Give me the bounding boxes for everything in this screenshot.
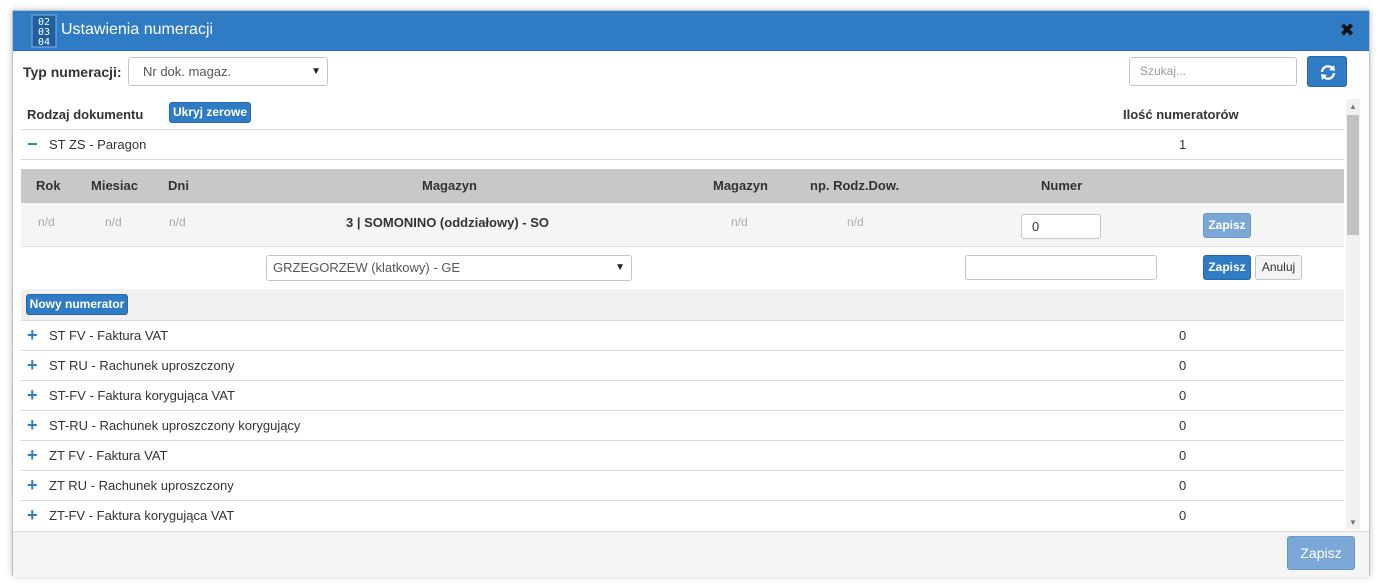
- document-name: ST-FV - Faktura korygująca VAT: [49, 388, 235, 403]
- numerator-row: n/d n/d n/d 3 | SOMONINO (oddziałowy) - …: [21, 203, 1344, 247]
- warehouse-value: 3 | SOMONINO (oddziałowy) - SO: [346, 215, 549, 230]
- document-row[interactable]: + ST FV - Faktura VAT 0: [21, 321, 1344, 351]
- document-row[interactable]: + ST-RU - Rachunek uproszczony korygując…: [21, 411, 1344, 441]
- document-name: ZT-FV - Faktura korygująca VAT: [49, 508, 235, 523]
- subcol-warehouse-2: Magazyn: [713, 178, 768, 193]
- subcol-number: Numer: [1041, 178, 1083, 193]
- numerator-count: 1: [1179, 137, 1187, 152]
- save-new-button[interactable]: Zapisz: [1203, 255, 1251, 280]
- warehouse-2-value: n/d: [731, 215, 748, 229]
- expand-icon[interactable]: +: [27, 385, 38, 405]
- documents-table: Rodzaj dokumentu Ukryj zerowe Ilość nume…: [21, 99, 1344, 529]
- new-numerator-bar: Nowy numerator: [21, 289, 1344, 321]
- subcol-month: Miesiac: [91, 178, 138, 193]
- numbering-type-value: Nr dok. magaz.: [143, 64, 232, 79]
- document-name: ZT FV - Faktura VAT: [49, 448, 168, 463]
- table-header: Rodzaj dokumentu Ukryj zerowe Ilość nume…: [21, 99, 1344, 130]
- svg-text:04: 04: [38, 37, 50, 48]
- expand-icon[interactable]: +: [27, 415, 38, 435]
- chevron-down-icon: ▼: [615, 262, 625, 273]
- warehouse-select-value: GRZEGORZEW (klatkowy) - GE: [273, 260, 461, 275]
- save-row-button[interactable]: Zapisz: [1203, 213, 1251, 238]
- column-numerator-count: Ilość numeratorów: [1123, 107, 1239, 122]
- new-number-input[interactable]: [965, 255, 1157, 280]
- document-name: ST-RU - Rachunek uproszczony korygujący: [49, 418, 301, 433]
- numbering-type-select[interactable]: Nr dok. magaz. ▼: [128, 57, 328, 86]
- document-row[interactable]: + ST-FV - Faktura korygująca VAT 0: [21, 381, 1344, 411]
- close-icon[interactable]: ✖: [1337, 20, 1357, 40]
- document-row[interactable]: + ZT RU - Rachunek uproszczony 0: [21, 471, 1344, 501]
- numerator-sub-header: Rok Miesiac Dni Magazyn Magazyn np. Rodz…: [21, 169, 1344, 203]
- expand-icon[interactable]: +: [27, 445, 38, 465]
- save-button[interactable]: Zapisz: [1287, 536, 1355, 570]
- numerator-count: 0: [1179, 388, 1187, 403]
- subcol-doc-type: np. Rodz.Dow.: [810, 178, 900, 193]
- dialog-footer: Zapisz: [13, 531, 1369, 577]
- column-document-type: Rodzaj dokumentu: [27, 107, 144, 122]
- cancel-button[interactable]: Anuluj: [1255, 255, 1302, 280]
- numerator-count: 0: [1179, 508, 1187, 523]
- numerator-count: 0: [1179, 328, 1187, 343]
- scrollbar-thumb[interactable]: [1347, 115, 1359, 235]
- subcol-warehouse: Magazyn: [422, 178, 477, 193]
- numbering-type-label: Typ numeracji:: [23, 64, 122, 80]
- document-name: ST ZS - Paragon: [49, 137, 147, 152]
- subcol-year: Rok: [36, 178, 61, 193]
- expand-icon[interactable]: +: [27, 505, 38, 525]
- warehouse-select[interactable]: GRZEGORZEW (klatkowy) - GE ▼: [266, 255, 632, 281]
- new-numerator-edit-row: GRZEGORZEW (klatkowy) - GE ▼ Zapisz Anul…: [21, 247, 1344, 289]
- document-row-expanded[interactable]: − ST ZS - Paragon 1: [21, 130, 1344, 160]
- hide-zero-button[interactable]: Ukryj zerowe: [169, 102, 251, 123]
- days-value: n/d: [169, 215, 186, 229]
- document-row[interactable]: + ST RU - Rachunek uproszczony 0: [21, 351, 1344, 381]
- scroll-up-icon[interactable]: ▲: [1349, 102, 1357, 111]
- scroll-down-icon[interactable]: ▼: [1349, 518, 1357, 527]
- chevron-down-icon: ▼: [311, 66, 321, 77]
- refresh-button[interactable]: [1307, 56, 1347, 87]
- collapse-icon[interactable]: −: [27, 134, 38, 154]
- numerator-count: 0: [1179, 478, 1187, 493]
- expand-icon[interactable]: +: [27, 355, 38, 375]
- numbering-settings-dialog: 02 03 04 Ustawienia numeracji ✖ Typ nume…: [12, 10, 1370, 577]
- document-name: ST FV - Faktura VAT: [49, 328, 169, 343]
- vertical-scrollbar[interactable]: ▲ ▼: [1346, 99, 1360, 529]
- numerator-count: 0: [1179, 448, 1187, 463]
- year-value: n/d: [38, 215, 55, 229]
- month-value: n/d: [105, 215, 122, 229]
- document-name: ZT RU - Rachunek uproszczony: [49, 478, 234, 493]
- document-row[interactable]: + ZT-FV - Faktura korygująca VAT 0: [21, 501, 1344, 529]
- numerator-count: 0: [1179, 358, 1187, 373]
- refresh-icon: [1320, 65, 1336, 80]
- doc-type-value: n/d: [847, 215, 864, 229]
- numerator-count: 0: [1179, 418, 1187, 433]
- title-bar: 02 03 04 Ustawienia numeracji ✖: [13, 11, 1369, 51]
- calendar-numbers-icon: 02 03 04: [31, 14, 57, 48]
- expand-icon[interactable]: +: [27, 475, 38, 495]
- subcol-days: Dni: [168, 178, 189, 193]
- expand-icon[interactable]: +: [27, 325, 38, 345]
- document-row[interactable]: + ZT FV - Faktura VAT 0: [21, 441, 1344, 471]
- new-numerator-button[interactable]: Nowy numerator: [26, 294, 128, 315]
- search-input[interactable]: Szukaj...: [1129, 57, 1297, 86]
- number-input[interactable]: 0: [1021, 214, 1101, 239]
- document-name: ST RU - Rachunek uproszczony: [49, 358, 235, 373]
- dialog-title: Ustawienia numeracji: [61, 21, 214, 38]
